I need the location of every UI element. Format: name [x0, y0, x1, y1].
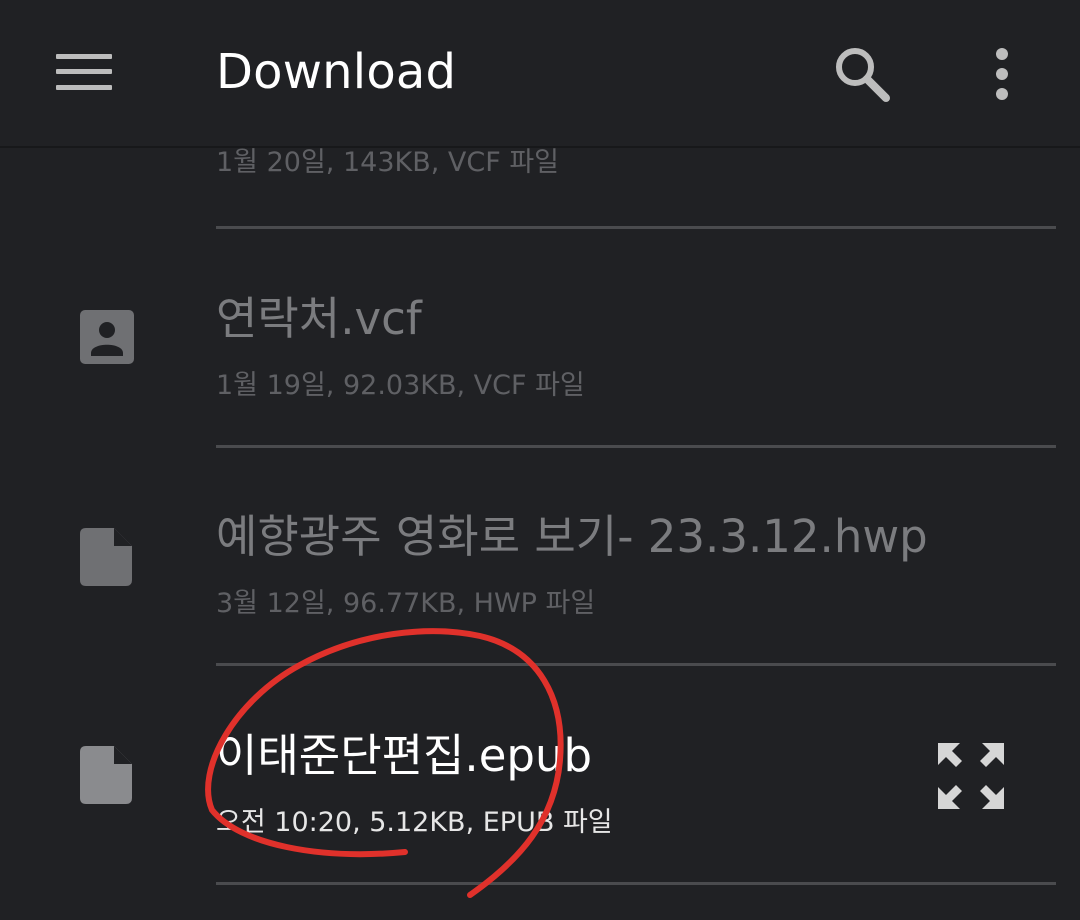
file-browser-screen: 1월 20일, 143KB, VCF 파일 연락처.vcf 1월 19일, 92…: [0, 0, 1080, 920]
expand-icon[interactable]: [936, 741, 1006, 811]
list-item[interactable]: 이태준단편집.epub 오전 10:20, 5.12KB, EPUB 파일: [0, 666, 1080, 885]
list-item[interactable]: 연락처.vcf 1월 19일, 92.03KB, VCF 파일: [0, 229, 1080, 448]
hamburger-menu-icon[interactable]: [56, 52, 112, 92]
file-meta: 1월 19일, 92.03KB, VCF 파일: [216, 370, 585, 401]
search-icon[interactable]: [832, 44, 892, 104]
page-title: Download: [216, 44, 457, 100]
contact-file-icon: [80, 310, 136, 370]
document-file-icon: [80, 528, 134, 590]
file-meta: 오전 10:20, 5.12KB, EPUB 파일: [216, 807, 613, 838]
divider: [216, 882, 1056, 885]
file-name: 연락처.vcf: [216, 292, 422, 345]
document-file-icon: [80, 746, 134, 808]
app-bar: Download: [0, 0, 1080, 148]
more-vert-icon[interactable]: [982, 44, 1022, 104]
file-name: 이태준단편집.epub: [216, 729, 593, 782]
file-meta: 3월 12일, 96.77KB, HWP 파일: [216, 588, 596, 619]
file-name: 예향광주 영화로 보기- 23.3.12.hwp: [216, 510, 928, 563]
list-item[interactable]: 예향광주 영화로 보기- 23.3.12.hwp 3월 12일, 96.77KB…: [0, 447, 1080, 666]
